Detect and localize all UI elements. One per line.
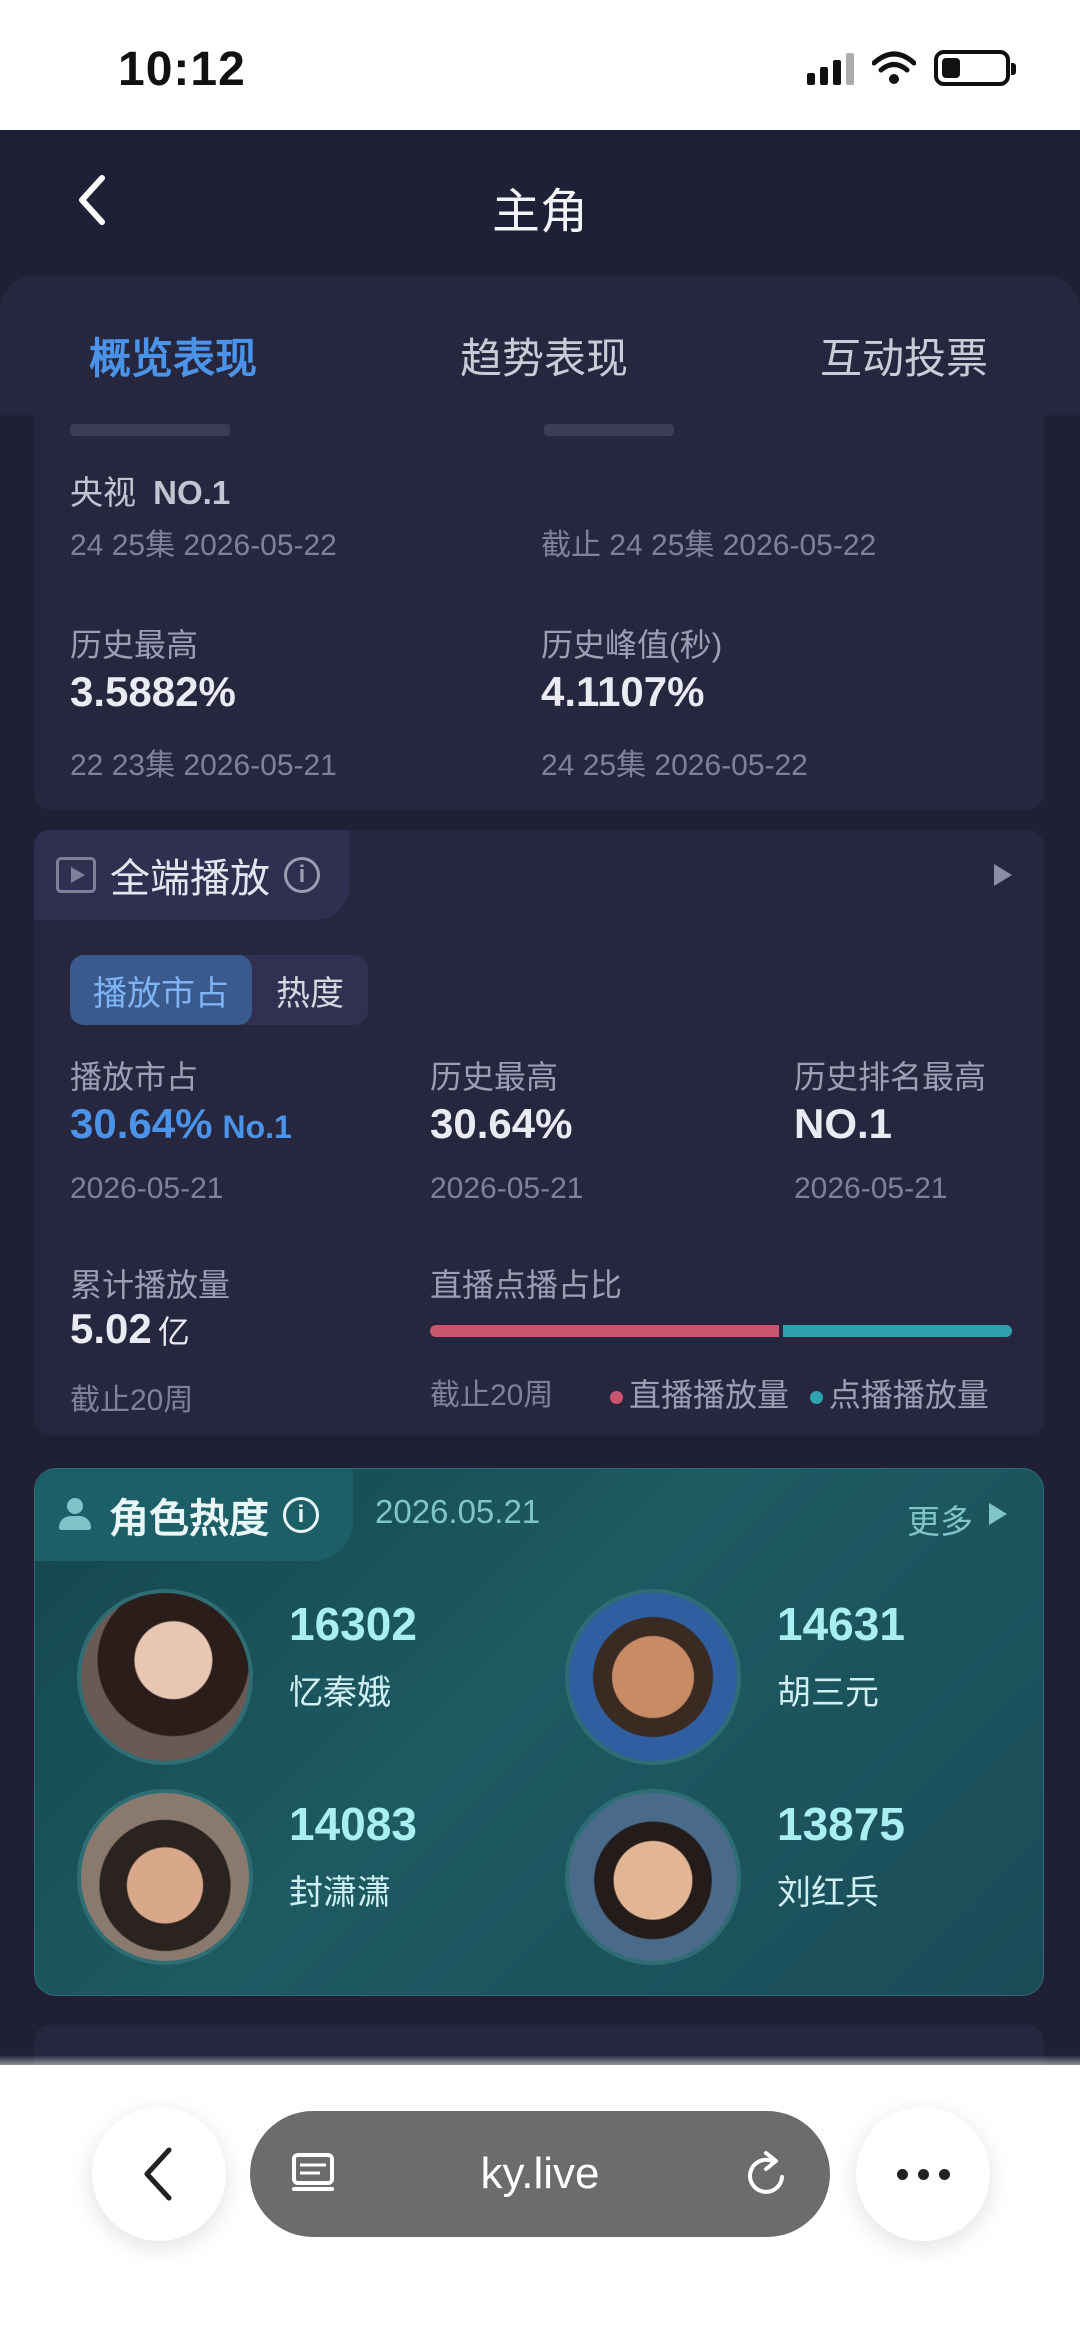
role-score: 14083 <box>289 1798 417 1850</box>
info-icon[interactable]: i <box>283 1497 319 1533</box>
legend-vod: 点播播放量 <box>828 1377 989 1413</box>
clipped-value <box>544 424 674 436</box>
role-item[interactable]: 14631 胡三元 <box>565 1589 1005 1769</box>
vod-dot <box>809 1391 823 1405</box>
avatar <box>77 1589 253 1765</box>
more-options-button[interactable] <box>856 2107 990 2241</box>
tab-vote[interactable]: 互动投票 <box>820 325 988 386</box>
tab-trend[interactable]: 趋势表现 <box>460 325 628 386</box>
episode-date-right: 截止 24 25集 2026-05-22 <box>541 529 877 562</box>
rank-high-date: 2026-05-21 <box>794 1172 948 1205</box>
share-label: 播放市占 <box>70 1059 199 1095</box>
live-dot <box>610 1391 623 1405</box>
live-vod-ratio-bar <box>430 1325 1012 1337</box>
dot-icon <box>917 2168 929 2180</box>
status-bar: 10:12 <box>0 0 1080 130</box>
ratio-label: 直播点播占比 <box>430 1267 623 1303</box>
total-label: 累计播放量 <box>70 1267 231 1303</box>
tab-overview[interactable]: 概览表现 <box>89 325 257 386</box>
toggle-share[interactable]: 播放市占 <box>70 955 252 1025</box>
section-title: 全端播放 <box>110 857 270 901</box>
clipped-value <box>70 424 230 436</box>
avatar <box>77 1789 253 1965</box>
total-value: 5.02 <box>70 1305 152 1352</box>
share-date: 2026-05-21 <box>70 1172 224 1205</box>
high-value: 30.64% <box>430 1100 573 1147</box>
dot-icon <box>896 2168 908 2180</box>
avatar <box>565 1589 741 1765</box>
total-row: 5.02 亿 <box>70 1305 190 1353</box>
role-heat-header: 角色热度 i <box>35 1469 353 1561</box>
wifi-icon <box>872 51 916 84</box>
live-segment <box>430 1325 779 1337</box>
all-platform-play-card: 全端播放 i 播放市占 热度 播放市占 30.64% No.1 2026-05-… <box>34 830 1044 1435</box>
ratio-sub: 截止20周 <box>430 1379 554 1412</box>
page-title: 主角 <box>491 186 588 239</box>
address-bar[interactable]: ky.live <box>250 2111 830 2237</box>
more-arrow-icon[interactable] <box>989 1503 1007 1525</box>
battery-icon <box>934 50 1016 86</box>
avatar <box>565 1789 741 1965</box>
role-score: 13875 <box>777 1798 905 1850</box>
history-high-label: 历史最高 <box>70 627 199 663</box>
cellular-signal-icon <box>807 51 854 85</box>
ratio-legend: 直播播放量 点播播放量 <box>610 1370 989 1416</box>
chevron-left-icon <box>144 2147 172 2201</box>
episode-date: 24 25集 2026-05-22 <box>70 529 337 562</box>
play-arrow-icon[interactable] <box>994 864 1012 886</box>
rank-value: NO.1 <box>153 474 231 511</box>
peak-date: 24 25集 2026-05-22 <box>541 749 808 782</box>
more-link[interactable]: 更多 <box>907 1495 973 1543</box>
role-heat-card: 角色热度 i 2026.05.21 更多 16302 忆秦娥 14631 胡三元… <box>34 1468 1044 1996</box>
total-sub: 截止20周 <box>70 1384 194 1417</box>
role-name: 忆秦娥 <box>289 1674 391 1712</box>
history-high-value: 3.5882% <box>70 668 236 715</box>
history-high-date: 22 23集 2026-05-21 <box>70 749 337 782</box>
total-unit: 亿 <box>157 1314 190 1350</box>
rank-high-value: NO.1 <box>794 1100 893 1147</box>
share-rank: No.1 <box>222 1109 292 1145</box>
share-row: 30.64% No.1 <box>70 1100 292 1148</box>
toggle-heat[interactable]: 热度 <box>252 955 368 1025</box>
status-time: 10:12 <box>118 43 246 96</box>
vod-segment <box>783 1325 1012 1337</box>
tab-bar: 概览表现 趋势表现 互动投票 <box>0 275 1080 423</box>
role-item[interactable]: 16302 忆秦娥 <box>77 1589 517 1769</box>
browser-back-button[interactable] <box>92 2107 226 2241</box>
rank-line: 央视 NO.1 <box>70 466 230 514</box>
role-score: 14631 <box>777 1598 905 1650</box>
role-heat-title: 角色热度 <box>109 1497 269 1541</box>
metric-toggle: 播放市占 热度 <box>70 955 368 1025</box>
role-name: 刘红兵 <box>777 1874 879 1912</box>
info-icon[interactable]: i <box>284 857 320 893</box>
play-icon <box>56 857 96 893</box>
section-header: 全端播放 i <box>34 830 350 920</box>
legend-live: 直播播放量 <box>629 1377 790 1413</box>
browser-toolbar: ky.live <box>0 2055 1080 2337</box>
role-name: 胡三元 <box>777 1674 879 1712</box>
role-heat-date: 2026.05.21 <box>375 1493 541 1530</box>
role-score: 16302 <box>289 1598 417 1650</box>
rank-high-label: 历史排名最高 <box>794 1059 987 1095</box>
high-label: 历史最高 <box>430 1059 559 1095</box>
ratings-card: 央视 NO.1 24 25集 2026-05-22 截止 24 25集 2026… <box>34 410 1044 810</box>
role-name: 封潇潇 <box>289 1874 391 1912</box>
role-item[interactable]: 14083 封潇潇 <box>77 1789 517 1969</box>
status-icons <box>807 50 1016 86</box>
peak-label: 历史峰值(秒) <box>541 627 723 663</box>
dot-icon <box>938 2168 950 2180</box>
rank-channel: 央视 <box>70 474 136 511</box>
share-value: 30.64% <box>70 1100 213 1147</box>
peak-value: 4.1107% <box>541 668 705 715</box>
role-item[interactable]: 13875 刘红兵 <box>565 1789 1005 1969</box>
high-date: 2026-05-21 <box>430 1172 584 1205</box>
app-header: 主角 <box>0 130 1080 275</box>
reload-icon[interactable] <box>742 2149 790 2199</box>
people-icon <box>57 1498 95 1532</box>
